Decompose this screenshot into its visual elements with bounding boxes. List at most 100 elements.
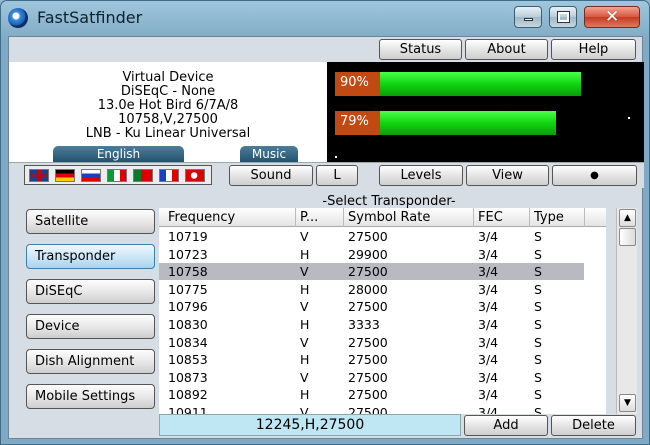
table-cell: V [300, 229, 309, 244]
table-cell: 3/4 [478, 405, 499, 414]
table-row[interactable]: 10853 H 27500 3/4 S [159, 351, 584, 368]
table-cell: 27500 [348, 334, 388, 350]
table-cell: 10830 [168, 317, 208, 332]
app-window: FastSatfinder ✕ Status About Help Virtua… [0, 0, 650, 445]
sidebar-item-satellite[interactable]: Satellite [26, 209, 155, 234]
sidebar-item-transponder[interactable]: Transponder [26, 244, 155, 269]
table-row[interactable]: 10911 V 27500 3/4 S [159, 404, 584, 414]
de-flag-icon[interactable] [55, 169, 75, 182]
table-cell: S [534, 352, 542, 368]
client-area: Status About Help Virtual Device DiSEqC … [8, 36, 644, 439]
table-cell: H [300, 387, 310, 403]
table-cell: 10834 [168, 334, 208, 350]
column-header-type[interactable]: Type [530, 208, 585, 227]
scroll-down-button[interactable]: ▼ [619, 394, 636, 412]
gb-flag-icon[interactable] [29, 169, 49, 182]
sidebar-item-device[interactable]: Device [26, 314, 155, 339]
transponder-info: 10758,V,27500 [118, 112, 218, 127]
table-cell: 28000 [348, 281, 388, 297]
table-cell: 10758 [168, 264, 208, 280]
table-cell: V [300, 264, 309, 280]
sound-button[interactable]: Sound [229, 165, 313, 186]
table-cell: S [534, 317, 542, 332]
about-button[interactable]: About [465, 39, 548, 60]
table-cell: S [534, 281, 542, 297]
close-icon: ✕ [605, 7, 620, 27]
current-transponder-field[interactable]: 12245,H,27500 [159, 414, 461, 436]
table-cell: S [534, 369, 542, 385]
lnb-info: LNB - Ku Linear Universal [85, 126, 251, 141]
table-cell: 3/4 [478, 334, 499, 350]
table-cell: 3/4 [478, 229, 499, 244]
close-button[interactable]: ✕ [584, 6, 640, 28]
signal-strength-bar [380, 72, 603, 96]
status-button[interactable]: Status [379, 39, 462, 60]
table-cell: 10719 [168, 229, 208, 244]
language-flags [24, 165, 212, 185]
add-button[interactable]: Add [464, 415, 548, 436]
transponder-table: Frequency P... Symbol Rate FEC Type 1071… [159, 208, 606, 414]
table-cell: 27500 [348, 405, 388, 414]
table-scrollbar[interactable]: ▲ ▼ [616, 208, 637, 414]
column-header-polarization[interactable]: P... [296, 208, 344, 227]
column-header-fec[interactable]: FEC [474, 208, 530, 227]
table-cell: 10796 [168, 299, 208, 315]
signal-strength-label: 90% [335, 72, 380, 96]
signal-quality-bar [380, 111, 603, 135]
table-row[interactable]: 10719 V 27500 3/4 S [159, 228, 584, 245]
sidebar-item-mobile-settings[interactable]: Mobile Settings [26, 384, 155, 409]
help-button[interactable]: Help [551, 39, 636, 60]
pt-flag-icon[interactable] [133, 169, 153, 182]
table-row[interactable]: 10873 V 27500 3/4 S [159, 369, 584, 386]
table-cell: 10873 [168, 369, 208, 385]
table-cell: V [300, 334, 309, 350]
table-row[interactable]: 10892 H 27500 3/4 S [159, 386, 584, 403]
satellite-app-icon [8, 8, 28, 28]
table-cell: 27500 [348, 369, 388, 385]
view-button[interactable]: View [466, 165, 549, 186]
table-cell: 27500 [348, 387, 388, 403]
l-button[interactable]: L [316, 165, 358, 186]
column-header-frequency[interactable]: Frequency [164, 208, 296, 227]
table-cell: 10911 [168, 405, 208, 414]
maximize-button[interactable] [549, 6, 577, 28]
title-bar[interactable]: FastSatfinder ✕ [1, 1, 649, 37]
fr-flag-icon[interactable] [159, 169, 179, 182]
table-row[interactable]: 10830 H 3333 3/4 S [159, 316, 584, 333]
table-row[interactable]: 10834 V 27500 3/4 S [159, 334, 584, 351]
it-flag-icon[interactable] [107, 169, 127, 182]
table-cell: 27500 [348, 264, 388, 280]
table-row[interactable]: 10796 V 27500 3/4 S [159, 298, 584, 315]
tr-flag-icon[interactable] [185, 169, 205, 182]
ru-flag-icon[interactable] [81, 169, 101, 182]
sidebar-item-dish-alignment[interactable]: Dish Alignment [26, 349, 155, 374]
table-cell: 27500 [348, 299, 388, 315]
signal-quality-label: 79% [335, 111, 380, 135]
levels-button[interactable]: Levels [379, 165, 463, 186]
table-header: Frequency P... Symbol Rate FEC Type [159, 208, 606, 227]
table-cell: 3/4 [478, 387, 499, 403]
table-cell: V [300, 299, 309, 315]
diseqc-info: DiSEqC - None [120, 84, 216, 99]
table-cell: H [300, 317, 310, 332]
signal-quality-fill [380, 111, 557, 135]
record-button[interactable]: ● [552, 165, 637, 186]
table-cell: S [534, 246, 542, 262]
table-cell: H [300, 352, 310, 368]
device-name: Virtual Device [122, 70, 214, 85]
sidebar-item-diseqc[interactable]: DiSEqC [26, 279, 155, 304]
table-row[interactable]: 10775 H 28000 3/4 S [159, 281, 584, 298]
column-header-symbol-rate[interactable]: Symbol Rate [344, 208, 474, 227]
tab-english[interactable]: English [53, 146, 184, 162]
minimize-button[interactable] [514, 6, 542, 28]
scroll-up-button[interactable]: ▲ [619, 209, 636, 227]
table-cell: 10775 [168, 281, 208, 297]
window-title: FastSatfinder [37, 8, 143, 27]
table-row[interactable]: 10723 H 29900 3/4 S [159, 246, 584, 263]
delete-button[interactable]: Delete [551, 415, 636, 436]
scroll-thumb[interactable] [619, 228, 636, 246]
table-cell: S [534, 299, 542, 315]
tab-music[interactable]: Music [240, 146, 298, 162]
table-row[interactable]: 10758 V 27500 3/4 S [159, 263, 584, 281]
table-cell: 29900 [348, 246, 388, 262]
